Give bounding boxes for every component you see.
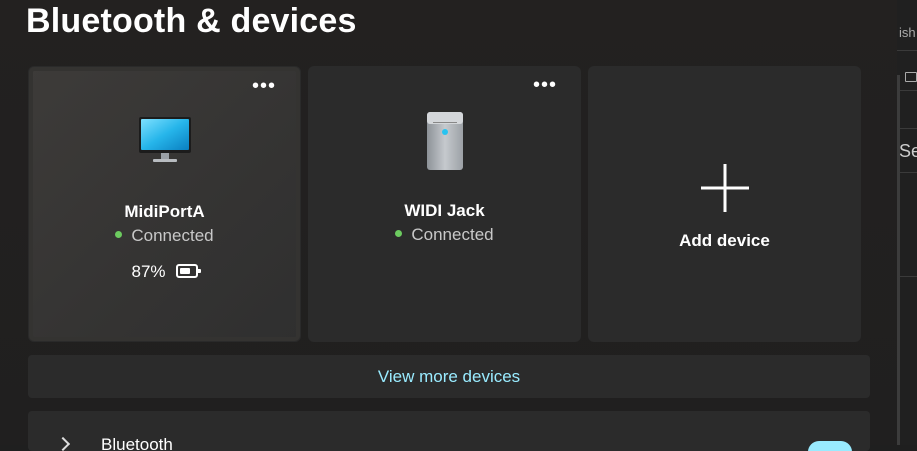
divider [897, 128, 917, 129]
battery-row: 87% [29, 262, 300, 282]
device-card-widi-jack[interactable]: ••• WIDI Jack Connected [308, 66, 581, 342]
device-status-text: Connected [131, 226, 214, 245]
bluetooth-label: Bluetooth [101, 435, 173, 451]
add-device-label: Add device [679, 231, 770, 250]
device-name: MidiPortA [124, 202, 205, 221]
plus-icon [699, 162, 751, 219]
bluetooth-icon [55, 436, 71, 451]
divider [897, 276, 917, 277]
status-dot [395, 230, 403, 238]
device-name: WIDI Jack [404, 201, 485, 220]
bluetooth-settings-row[interactable]: Bluetooth [28, 411, 870, 451]
battery-level: 87% [131, 262, 166, 281]
bluetooth-toggle[interactable] [808, 441, 852, 451]
battery-icon [175, 263, 201, 278]
device-status: Connected [308, 225, 581, 245]
tower-computer-icon [425, 110, 465, 177]
background-text: ish [899, 25, 916, 40]
view-more-devices-button[interactable]: View more devices [28, 355, 870, 398]
divider [897, 50, 917, 51]
add-device-card[interactable]: Add device [588, 66, 861, 342]
scrollbar[interactable] [897, 75, 900, 445]
more-options-button[interactable]: ••• [533, 75, 557, 95]
background-text: Se [899, 141, 917, 161]
device-status: Connected [29, 226, 300, 246]
monitor-icon [905, 72, 917, 82]
divider [897, 172, 917, 173]
more-options-button[interactable]: ••• [252, 76, 276, 96]
divider [897, 90, 917, 91]
background-window-strip: ish Se [897, 0, 917, 445]
monitor-icon [137, 113, 193, 170]
page-title: Bluetooth & devices [26, 2, 357, 40]
status-dot [115, 231, 123, 239]
device-card-midiporta[interactable]: ••• MidiPortA Connected 87% [28, 66, 301, 342]
device-status-text: Connected [411, 225, 494, 244]
